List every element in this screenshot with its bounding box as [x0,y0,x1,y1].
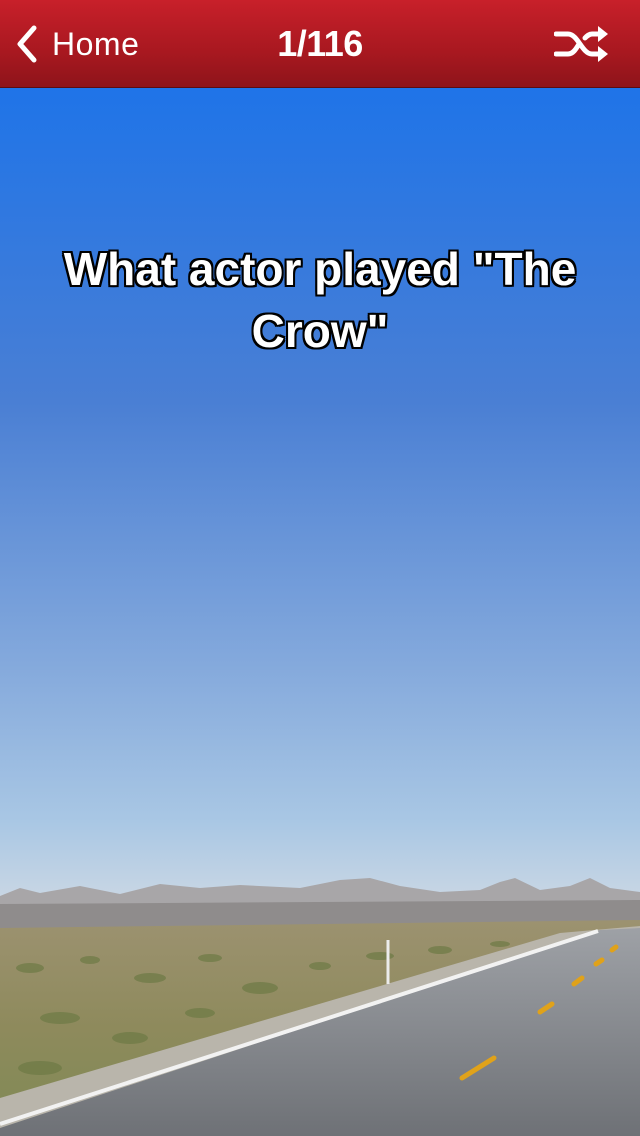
question-counter: 1/116 [277,23,363,64]
shuffle-button[interactable] [553,24,610,64]
app-screen: Home 1/116 What actor played "The Crow" [0,0,640,1136]
shuffle-icon [553,26,608,62]
background-scene: What actor played "The Crow" [0,88,640,1136]
navigation-bar: Home 1/116 [0,0,640,88]
question-text: What actor played "The Crow" [63,243,577,357]
